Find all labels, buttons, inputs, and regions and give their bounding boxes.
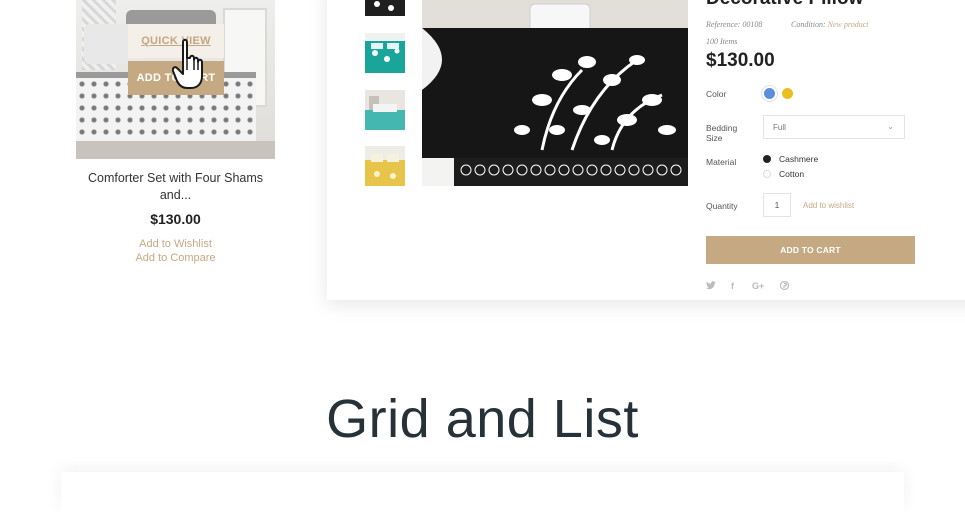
condition-label: Condition: xyxy=(791,20,826,29)
add-to-wishlist-link[interactable]: Add to wishlist xyxy=(803,201,854,210)
add-to-cart-button[interactable]: ADD TO CART xyxy=(706,236,915,264)
color-label: Color xyxy=(706,89,727,99)
image-floor xyxy=(76,141,275,159)
thumbnail-teal-bedding[interactable] xyxy=(365,33,405,73)
reference: Reference: 00108 xyxy=(706,20,762,29)
thumbnail-black-floral[interactable] xyxy=(365,0,405,16)
color-swatch-yellow[interactable] xyxy=(782,88,793,99)
material-label: Material xyxy=(706,157,737,167)
material-radio-cotton[interactable] xyxy=(763,170,771,178)
product-price: $130.00 xyxy=(150,211,201,227)
condition-value: New product xyxy=(827,20,869,29)
condition: Condition: New product xyxy=(791,20,868,29)
material-option-label: Cotton xyxy=(779,169,805,179)
reference-label: Reference: xyxy=(706,20,741,29)
facebook-icon[interactable]: f xyxy=(731,281,734,291)
stock-count: 100 Items xyxy=(706,37,738,46)
thumbnail-yellow-bedding[interactable] xyxy=(365,146,405,186)
add-to-wishlist-link[interactable]: Add to Wishlist xyxy=(76,238,275,250)
section-content-panel xyxy=(61,472,904,512)
product-title-link[interactable]: Comforter Set with Four Shams and... xyxy=(76,170,275,204)
bedding-size-value: Full xyxy=(773,123,786,132)
color-swatch-blue[interactable] xyxy=(764,88,775,99)
quantity-input[interactable] xyxy=(763,193,791,217)
material-radio-cashmere[interactable] xyxy=(763,155,771,163)
add-to-compare-link[interactable]: Add to Compare xyxy=(76,252,275,264)
quantity-label: Quantity xyxy=(706,201,738,211)
bedding-size-label: Bedding Size xyxy=(706,123,738,143)
bedding-size-select[interactable]: Full ⌄ xyxy=(763,115,905,139)
material-option-label: Cashmere xyxy=(779,154,819,164)
thumbnail-teal-bedroom[interactable] xyxy=(365,90,405,130)
product-main-image[interactable] xyxy=(422,0,688,186)
google-plus-icon[interactable]: G+ xyxy=(752,281,764,291)
reference-value: 00108 xyxy=(742,20,763,29)
quick-view-button[interactable]: QUICK VIEW xyxy=(128,24,224,58)
product-title: Decorative Pillow xyxy=(706,0,863,10)
chevron-down-icon: ⌄ xyxy=(887,122,894,131)
pinterest-icon[interactable] xyxy=(779,280,790,292)
add-to-cart-button[interactable]: ADD TO CART xyxy=(128,61,224,95)
product-price: $130.00 xyxy=(706,50,775,71)
twitter-icon[interactable] xyxy=(706,281,716,292)
section-title: Grid and List xyxy=(326,389,639,449)
